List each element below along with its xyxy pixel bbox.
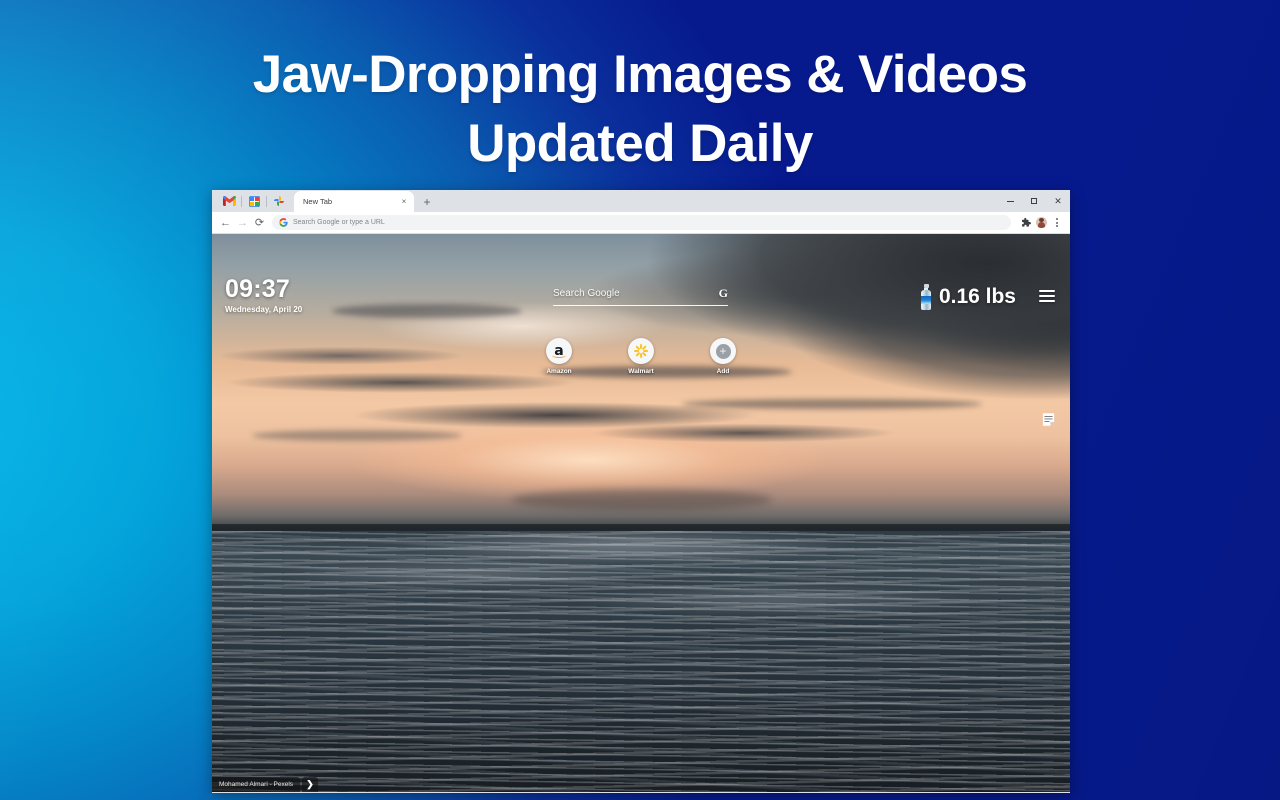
avatar xyxy=(1035,217,1047,228)
shortcut-add-label: Add xyxy=(716,368,730,375)
google-photos-pinned-tab[interactable] xyxy=(268,191,290,211)
google-calendar-pinned-tab[interactable] xyxy=(243,191,265,211)
plus-icon: + xyxy=(715,343,731,359)
minimize-button[interactable] xyxy=(998,190,1022,212)
water-intake-widget[interactable]: 0.16 lbs xyxy=(921,284,1016,310)
walmart-spark-icon xyxy=(628,338,654,364)
pinned-tabs xyxy=(218,190,290,212)
three-dot-menu-icon xyxy=(1056,218,1058,227)
photo-credit: Mohamed Almari - Pexels ❯ xyxy=(212,777,319,792)
new-tab-page: 09:37 Wednesday, April 20 Search Google … xyxy=(212,234,1070,792)
headline-line-2: Updated Daily xyxy=(467,114,813,173)
shortcut-tiles: a Amazon Walmart + Add xyxy=(212,338,1070,375)
google-search-icon[interactable]: G xyxy=(719,286,728,301)
sticky-note-icon xyxy=(1042,413,1055,426)
minimize-icon xyxy=(1006,200,1014,202)
calendar-icon xyxy=(248,195,260,207)
photo-credit-text[interactable]: Mohamed Almari - Pexels xyxy=(212,777,301,792)
clock-time: 09:37 xyxy=(225,275,290,303)
tab-separator xyxy=(241,195,242,207)
window-controls: ✕ xyxy=(998,190,1070,212)
back-button[interactable]: ← xyxy=(217,214,234,231)
new-tab-button[interactable]: + xyxy=(420,195,434,209)
page-title: Jaw-Dropping Images & Videos Updated Dai… xyxy=(0,40,1280,178)
tab-new-tab[interactable]: New Tab × xyxy=(294,191,414,212)
gmail-icon xyxy=(222,196,236,206)
photo-water xyxy=(212,531,1070,792)
water-bottle-icon xyxy=(921,284,932,310)
add-shortcut-tile: + xyxy=(710,338,736,364)
promo-background: Jaw-Dropping Images & Videos Updated Dai… xyxy=(0,0,1280,800)
shortcut-amazon-label: Amazon xyxy=(546,368,572,375)
tab-separator xyxy=(266,195,267,207)
address-bar[interactable]: Search Google or type a URL xyxy=(272,215,1011,230)
maximize-button[interactable] xyxy=(1022,190,1046,212)
amazon-icon: a xyxy=(546,338,572,364)
close-window-icon: ✕ xyxy=(1054,195,1062,206)
shortcut-amazon[interactable]: a Amazon xyxy=(533,338,585,375)
browser-window: New Tab × + ✕ ← → ⟳ Search Google or typ… xyxy=(212,190,1070,793)
next-photo-button[interactable]: ❯ xyxy=(302,777,319,792)
clock-widget: 09:37 Wednesday, April 20 xyxy=(225,275,303,315)
tab-new-tab-label: New Tab xyxy=(303,197,333,206)
browser-toolbar: ← → ⟳ Search Google or type a URL xyxy=(212,212,1070,234)
google-g-icon xyxy=(279,218,288,227)
tab-strip: New Tab × + ✕ xyxy=(212,190,1070,212)
address-bar-input[interactable]: Search Google or type a URL xyxy=(293,219,385,226)
search-placeholder: Search Google xyxy=(553,288,620,299)
forward-button[interactable]: → xyxy=(234,214,251,231)
walmart-spark-rays xyxy=(634,344,649,358)
water-intake-value: 0.16 lbs xyxy=(938,285,1016,308)
reload-button[interactable]: ⟳ xyxy=(251,214,268,231)
shortcut-walmart[interactable]: Walmart xyxy=(615,338,667,375)
shortcut-add[interactable]: + Add xyxy=(697,338,749,375)
photos-icon xyxy=(274,196,284,206)
amazon-smile-arrow xyxy=(552,353,566,358)
ntp-menu-button[interactable] xyxy=(1039,290,1055,302)
profile-button[interactable] xyxy=(1033,215,1049,231)
maximize-icon xyxy=(1031,198,1037,204)
notes-button[interactable] xyxy=(1041,412,1056,427)
extensions-button[interactable] xyxy=(1017,215,1033,231)
hamburger-menu-icon xyxy=(1039,290,1055,292)
headline-line-1: Jaw-Dropping Images & Videos xyxy=(252,45,1028,104)
puzzle-piece-icon xyxy=(1021,217,1031,227)
close-icon[interactable]: × xyxy=(399,197,409,206)
gmail-pinned-tab[interactable] xyxy=(218,191,240,211)
shortcut-walmart-label: Walmart xyxy=(628,368,654,375)
clock-date: Wednesday, April 20 xyxy=(225,305,303,314)
chrome-menu-button[interactable] xyxy=(1049,215,1065,231)
reload-icon: ⟳ xyxy=(254,217,265,229)
forward-arrow-icon: → xyxy=(237,216,248,229)
back-arrow-icon: ← xyxy=(220,216,231,229)
search-input[interactable]: Search Google G xyxy=(553,286,728,306)
close-window-button[interactable]: ✕ xyxy=(1046,190,1070,212)
